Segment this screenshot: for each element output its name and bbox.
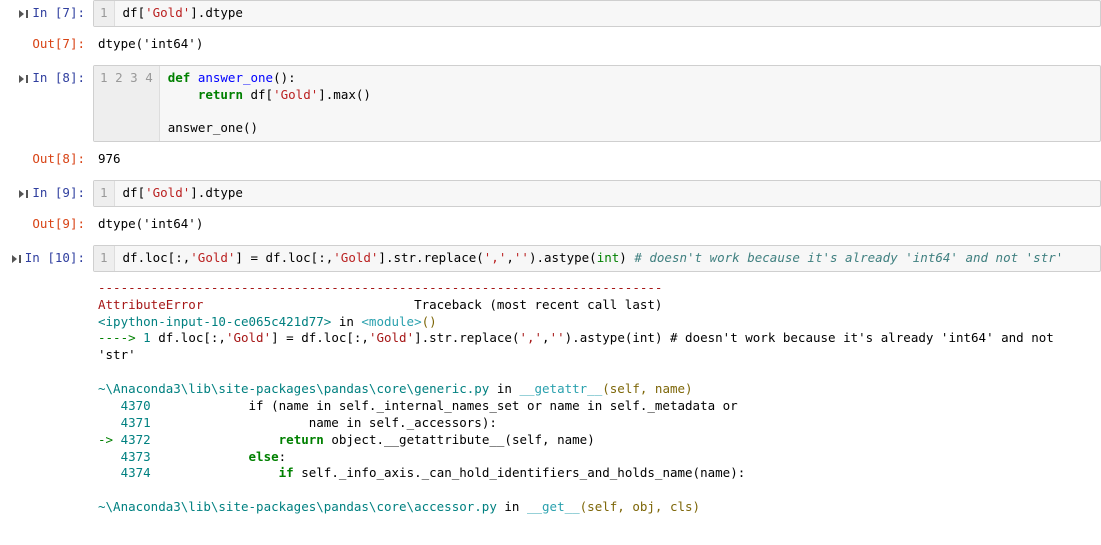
output-text: dtype('int64') bbox=[93, 211, 1101, 241]
traceback-output: ----------------------------------------… bbox=[93, 276, 1101, 520]
code-body[interactable]: df.loc[:,'Gold'] = df.loc[:,'Gold'].str.… bbox=[115, 246, 1072, 271]
line-gutter: 1 bbox=[94, 246, 115, 271]
in-prompt-9: In [9]: bbox=[0, 180, 93, 207]
cell-7-output: Out[7]: dtype('int64') bbox=[0, 31, 1101, 61]
run-icon[interactable] bbox=[19, 190, 24, 198]
out-prompt-9: Out[9]: bbox=[0, 211, 93, 241]
out-prompt-8: Out[8]: bbox=[0, 146, 93, 176]
run-icon[interactable] bbox=[19, 10, 24, 18]
run-bar bbox=[19, 255, 21, 263]
empty-prompt bbox=[0, 276, 93, 520]
cell-10-input: In [10]: 1 df.loc[:,'Gold'] = df.loc[:,'… bbox=[0, 245, 1101, 272]
cell-9-output: Out[9]: dtype('int64') bbox=[0, 211, 1101, 241]
run-bar bbox=[26, 75, 28, 83]
code-input-10[interactable]: 1 df.loc[:,'Gold'] = df.loc[:,'Gold'].st… bbox=[93, 245, 1101, 272]
run-icon[interactable] bbox=[12, 255, 17, 263]
in-label: In [10]: bbox=[25, 250, 85, 265]
out-prompt-7: Out[7]: bbox=[0, 31, 93, 61]
run-icon[interactable] bbox=[19, 75, 24, 83]
cell-7-input: In [7]: 1 df['Gold'].dtype bbox=[0, 0, 1101, 27]
line-gutter: 1 2 3 4 bbox=[94, 66, 160, 142]
output-text: 976 bbox=[93, 146, 1101, 176]
cell-8-input: In [8]: 1 2 3 4 def answer_one(): return… bbox=[0, 65, 1101, 143]
code-body[interactable]: df['Gold'].dtype bbox=[115, 181, 251, 206]
code-input-7[interactable]: 1 df['Gold'].dtype bbox=[93, 0, 1101, 27]
in-label: In [7]: bbox=[32, 5, 85, 20]
code-body[interactable]: df['Gold'].dtype bbox=[115, 1, 251, 26]
in-label: In [8]: bbox=[32, 70, 85, 85]
in-label: In [9]: bbox=[32, 185, 85, 200]
code-body[interactable]: def answer_one(): return df['Gold'].max(… bbox=[160, 66, 379, 142]
in-prompt-8: In [8]: bbox=[0, 65, 93, 143]
line-gutter: 1 bbox=[94, 181, 115, 206]
cell-9-input: In [9]: 1 df['Gold'].dtype bbox=[0, 180, 1101, 207]
line-gutter: 1 bbox=[94, 1, 115, 26]
run-bar bbox=[26, 190, 28, 198]
in-prompt-10: In [10]: bbox=[0, 245, 93, 272]
output-text: dtype('int64') bbox=[93, 31, 1101, 61]
code-input-8[interactable]: 1 2 3 4 def answer_one(): return df['Gol… bbox=[93, 65, 1101, 143]
cell-10-traceback: ----------------------------------------… bbox=[0, 276, 1101, 520]
in-prompt-7: In [7]: bbox=[0, 0, 93, 27]
run-bar bbox=[26, 10, 28, 18]
cell-8-output: Out[8]: 976 bbox=[0, 146, 1101, 176]
code-input-9[interactable]: 1 df['Gold'].dtype bbox=[93, 180, 1101, 207]
